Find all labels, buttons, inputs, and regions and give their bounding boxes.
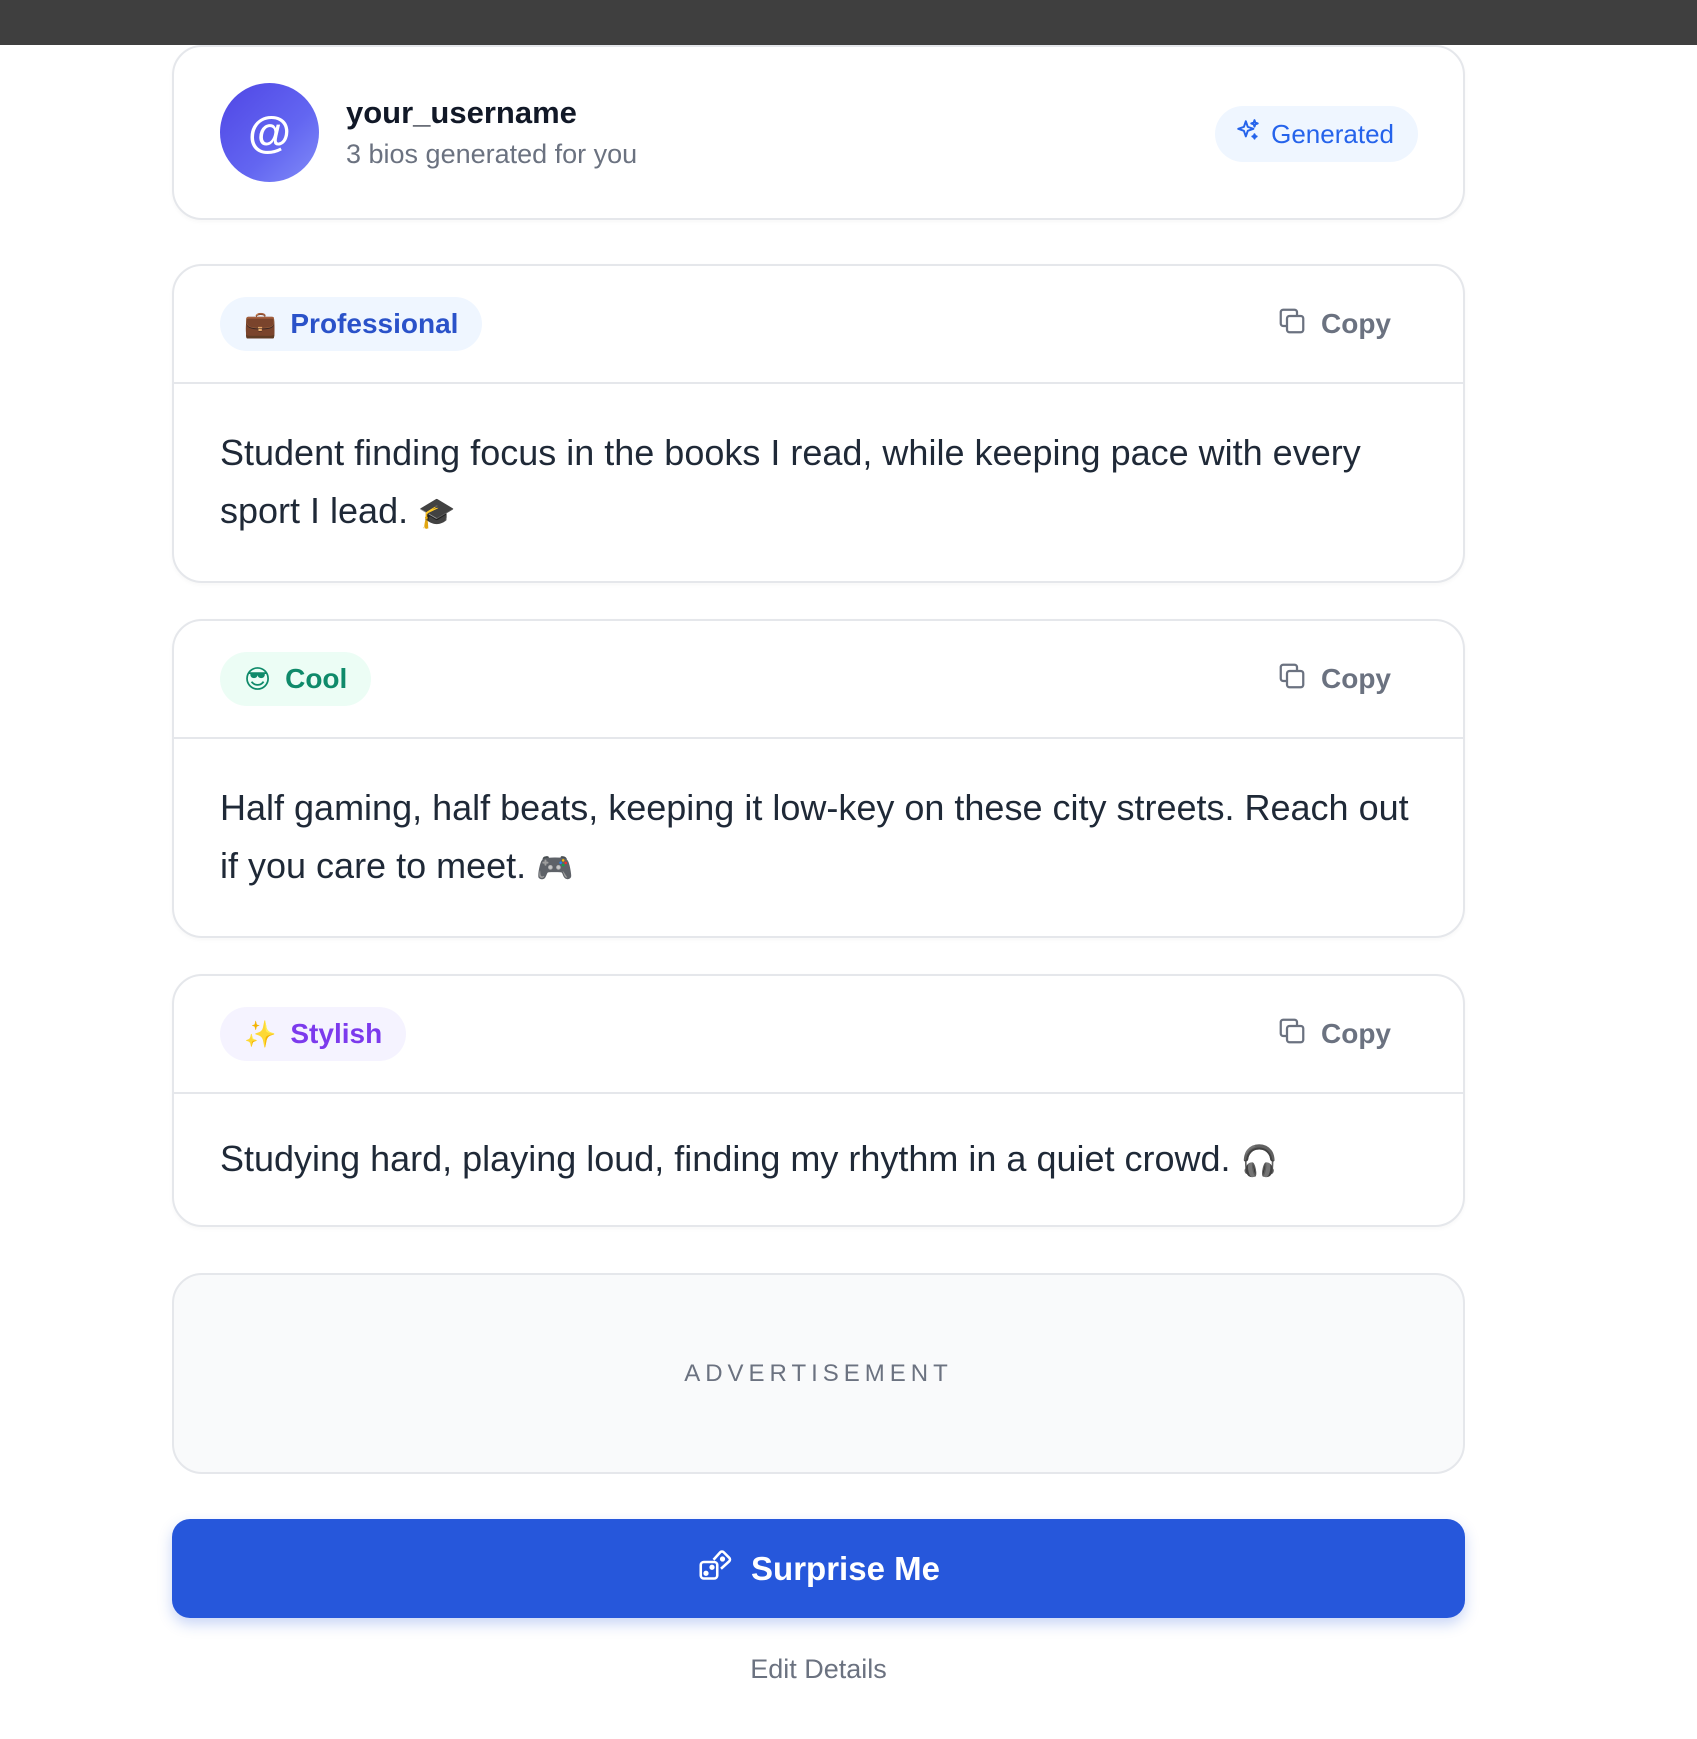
style-tag-professional: 💼 Professional: [220, 297, 483, 351]
copy-button[interactable]: Copy: [1277, 1016, 1391, 1053]
copy-label: Copy: [1321, 1018, 1391, 1049]
sparkles-icon: [1235, 118, 1261, 151]
bio-card-stylish: ✨ Stylish Copy Studying hard, playing lo…: [172, 974, 1465, 1227]
bio-card-professional: 💼 Professional Copy Student finding focu…: [172, 264, 1465, 583]
style-tag-cool: 😎 Cool: [220, 652, 372, 706]
sparkles-emoji-icon: ✨: [244, 1018, 277, 1049]
results-column: @ your_username 3 bios generated for you…: [172, 45, 1465, 1685]
bio-text: Student finding focus in the books I rea…: [174, 384, 1463, 581]
bio-text: Studying hard, playing loud, finding my …: [174, 1094, 1463, 1225]
bio-text-content: Student finding focus in the books I rea…: [220, 432, 1361, 531]
surprise-me-label: Surprise Me: [751, 1549, 940, 1587]
surprise-me-button[interactable]: Surprise Me: [172, 1519, 1465, 1618]
advertisement-slot: ADVERTISEMENT: [172, 1273, 1465, 1474]
dice-icon: [697, 1547, 733, 1591]
edit-details-link[interactable]: Edit Details: [172, 1654, 1465, 1685]
bios-count-subtitle: 3 bios generated for you: [346, 138, 638, 169]
sunglasses-face-icon: 😎: [244, 663, 272, 694]
copy-button[interactable]: Copy: [1277, 661, 1391, 698]
bio-text-content: Half gaming, half beats, keeping it low-…: [220, 787, 1409, 886]
bio-card-header: 😎 Cool Copy: [174, 621, 1463, 739]
advertisement-label: ADVERTISEMENT: [684, 1359, 953, 1387]
game-controller-icon: 🎮: [536, 852, 574, 885]
style-tag-label: Professional: [290, 308, 459, 339]
user-info: your_username 3 bios generated for you: [346, 93, 637, 173]
style-tag-stylish: ✨ Stylish: [220, 1007, 407, 1061]
avatar: @: [220, 83, 319, 182]
bio-card-cool: 😎 Cool Copy Half gaming, half beats, kee…: [172, 619, 1465, 938]
copy-label: Copy: [1321, 308, 1391, 339]
style-tag-label: Cool: [285, 663, 348, 694]
generated-badge-label: Generated: [1271, 118, 1394, 149]
bio-text: Half gaming, half beats, keeping it low-…: [174, 739, 1463, 936]
copy-icon: [1277, 306, 1307, 343]
headphones-icon: 🎧: [1240, 1145, 1278, 1178]
copy-label: Copy: [1321, 663, 1391, 694]
copy-icon: [1277, 1016, 1307, 1053]
generated-badge: Generated: [1215, 106, 1418, 162]
bio-card-header: ✨ Stylish Copy: [174, 976, 1463, 1094]
browser-top-bar: [0, 0, 1697, 45]
style-tag-label: Stylish: [290, 1018, 383, 1049]
profile-header-card: @ your_username 3 bios generated for you…: [172, 45, 1465, 220]
username: your_username: [346, 94, 577, 130]
briefcase-icon: 💼: [244, 308, 277, 339]
copy-button[interactable]: Copy: [1277, 306, 1391, 343]
copy-icon: [1277, 661, 1307, 698]
graduation-cap-icon: 🎓: [418, 497, 456, 530]
bio-card-header: 💼 Professional Copy: [174, 266, 1463, 384]
bio-text-content: Studying hard, playing loud, finding my …: [220, 1138, 1231, 1179]
